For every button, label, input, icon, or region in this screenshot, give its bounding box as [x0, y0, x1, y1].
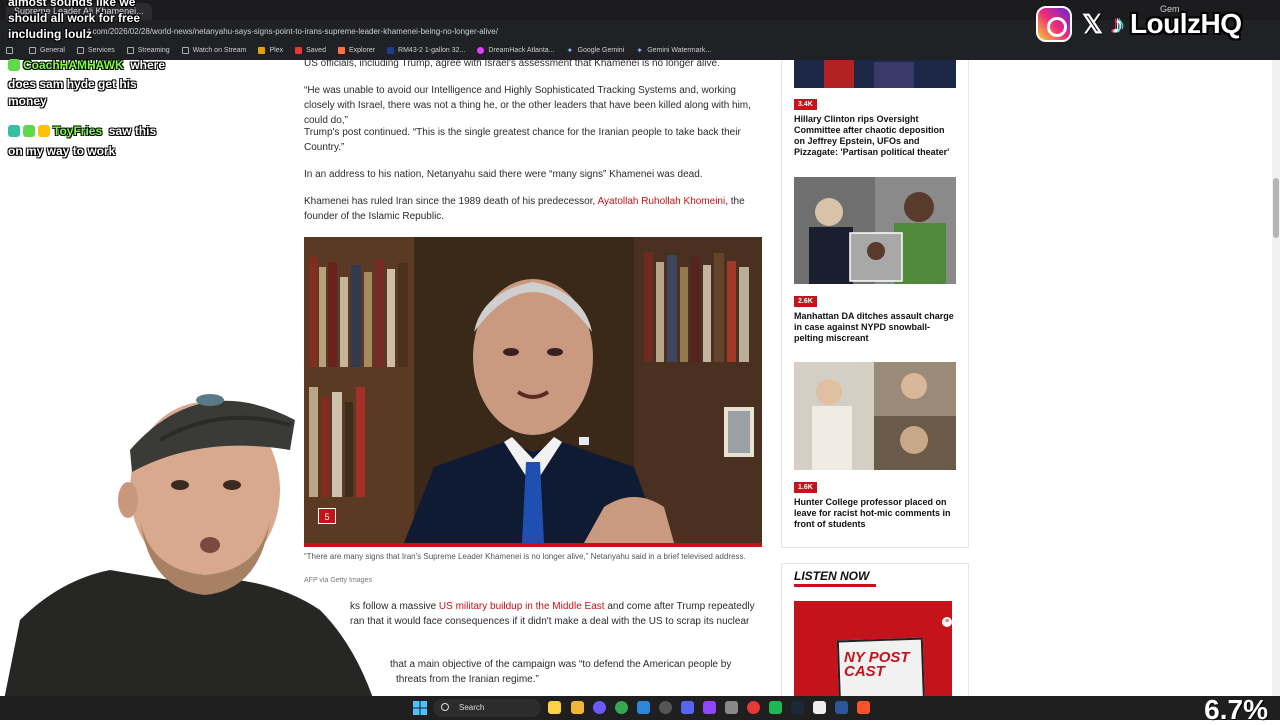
article-paragraph: In an address to his nation, Netanyahu s… — [304, 169, 703, 180]
taskbar-search[interactable]: Search — [433, 699, 541, 717]
page-scrollbar[interactable] — [1272, 60, 1280, 696]
app-icon[interactable] — [835, 701, 848, 714]
podcast-card[interactable]: NY POST CAST ≡ — [794, 601, 952, 696]
chat-message-text: money — [8, 94, 47, 108]
app-icon[interactable] — [725, 701, 738, 714]
app-icon[interactable] — [659, 701, 672, 714]
tiktok-icon: ♪ — [1110, 8, 1124, 39]
chat-message-text: including loulz — [8, 27, 92, 41]
youtube-icon — [295, 46, 303, 54]
chat-message-text: does sam hyde get his — [8, 77, 137, 91]
article-paragraph: that a main objective of the campaign wa… — [390, 659, 732, 685]
bookmark-dreamhack[interactable]: DreamHack Atlanta... — [477, 46, 555, 54]
brave-icon[interactable] — [857, 701, 870, 714]
streamer-handle: LoulzHQ — [1129, 8, 1242, 39]
chat-message-text: on my way to work — [8, 144, 116, 158]
chat-message: CoachHAMHAWK where — [8, 57, 165, 74]
listen-now-underline — [794, 584, 876, 587]
x-icon: 𝕏 — [1082, 8, 1103, 39]
tray-overlay-percentage: 6.7% — [1204, 694, 1268, 725]
discord-icon[interactable] — [681, 701, 694, 714]
scrollbar-thumb[interactable] — [1273, 178, 1279, 238]
folder-icon[interactable] — [571, 701, 584, 714]
sidebar-headline[interactable]: Manhattan DA ditches assault charge in c… — [794, 311, 958, 344]
bookmark-plex[interactable]: Plex — [258, 46, 283, 54]
podcast-menu-icon[interactable]: ≡ — [942, 617, 952, 627]
stream-chat-overlay: almost sounds like we should all work fo… — [0, 0, 190, 170]
gemini-icon: ✦ — [566, 45, 574, 55]
story-thumbnail[interactable] — [794, 362, 956, 470]
khomeini-link[interactable]: Ayatollah Ruhollah Khomeini — [598, 196, 726, 207]
app-icon[interactable] — [813, 701, 826, 714]
bookmark-watch-on-stream[interactable]: Watch on Stream — [181, 46, 246, 54]
address-bar[interactable]: t.com/2026/02/28/world-news/netanyahu-sa… — [88, 24, 1088, 40]
chat-badge-icon — [8, 125, 20, 137]
app-icon[interactable] — [769, 701, 782, 714]
dreamhack-icon — [477, 46, 485, 54]
share-count-badge: 1.6K — [794, 482, 817, 493]
crown-icon — [38, 125, 50, 137]
site-icon — [387, 46, 395, 54]
military-buildup-link[interactable]: US military buildup in the Middle East — [439, 601, 605, 612]
bookmark-explorer[interactable]: Explorer — [337, 46, 375, 54]
bookmarks-bar: General Services Streaming Watch on Stre… — [0, 42, 1280, 58]
obs-icon[interactable] — [747, 701, 760, 714]
twitch-icon[interactable] — [703, 701, 716, 714]
bookmark-gemini[interactable]: ✦ Google Gemini — [566, 45, 625, 55]
bookmark-gemini-watermark[interactable]: ✦ Gemini Watermark... — [636, 45, 711, 55]
podcast-logo-text: NY POST CAST — [844, 649, 910, 680]
gemini-icon: ✦ — [636, 45, 643, 55]
sidebar-headline[interactable]: Hunter College professor placed on leave… — [794, 497, 958, 530]
plex-icon — [258, 46, 266, 54]
windows-taskbar: Search 6.7% — [0, 694, 1280, 725]
explorer-icon — [337, 46, 345, 54]
article-paragraph: US officials, including Trump, agree wit… — [304, 60, 720, 69]
app-icon[interactable] — [593, 701, 606, 714]
chat-username: ToyFries — [53, 124, 103, 138]
story-thumbnail[interactable] — [794, 60, 956, 88]
listen-now-title: LISTEN NOW — [794, 569, 870, 583]
article-paragraph: “He was unable to avoid our Intelligence… — [304, 85, 751, 126]
webcam-overlay — [0, 380, 420, 720]
chat-message-text: should all work for free — [8, 11, 141, 25]
share-count-badge: 3.4K — [794, 99, 817, 110]
socials-overlay: 𝕏 ♪ LoulzHQ — [1036, 4, 1266, 44]
bookmark-rm43[interactable]: RM43-2 1-gallon 32... — [387, 46, 465, 54]
search-icon — [441, 703, 449, 711]
bookmark-saved[interactable]: Saved — [295, 46, 326, 54]
app-icon[interactable] — [637, 701, 650, 714]
file-explorer-icon[interactable] — [548, 701, 561, 714]
chat-message: ToyFries saw this — [8, 123, 156, 140]
sidebar-headline[interactable]: Hillary Clinton rips Oversight Committee… — [794, 114, 958, 158]
story-thumbnail[interactable] — [794, 177, 956, 284]
chat-username: CoachHAMHAWK — [23, 58, 124, 72]
share-count-badge: 2.6K — [794, 296, 817, 307]
article-paragraph: Trump's post continued. “This is the sin… — [304, 127, 741, 153]
steam-icon[interactable] — [791, 701, 804, 714]
instagram-icon — [1036, 6, 1072, 42]
chrome-icon[interactable] — [615, 701, 628, 714]
chat-badge-icon — [8, 59, 20, 71]
article-paragraph: Khamenei has ruled Iran since the 1989 d… — [304, 196, 745, 222]
windows-start-icon[interactable] — [413, 701, 427, 715]
chat-badge-icon — [23, 125, 35, 137]
